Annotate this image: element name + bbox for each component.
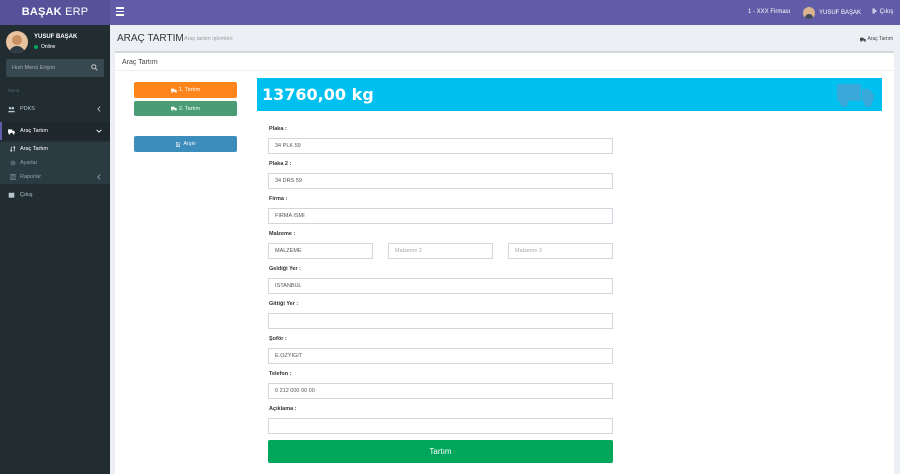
report-icon xyxy=(10,174,16,180)
sidebar-subitem-raporlar[interactable]: Raporlar xyxy=(0,170,110,184)
logout-link[interactable]: Çıkış xyxy=(872,0,893,25)
breadcrumb[interactable]: Araç Tartım xyxy=(859,36,893,42)
gear-icon xyxy=(10,160,16,166)
plate-label: Plaka : xyxy=(269,126,287,132)
phone-label: Telefon : xyxy=(269,371,292,377)
sub-menu: Araç Tartım Ayarlar Raporlar xyxy=(0,142,110,184)
app-logo[interactable]: BAŞAK ERP xyxy=(0,0,110,25)
chevron-down-icon xyxy=(96,129,102,133)
menu-toggle-icon[interactable] xyxy=(116,7,124,16)
page-title: ARAÇ TARTIM xyxy=(117,33,184,44)
user-status: Online xyxy=(34,44,55,50)
user-name: YUSUF BAŞAK xyxy=(819,9,862,16)
second-weigh-button[interactable]: 2. Tartım xyxy=(134,101,237,116)
book-icon xyxy=(8,192,15,198)
truck-icon xyxy=(170,88,177,93)
search-icon[interactable] xyxy=(91,64,98,71)
phone-input[interactable] xyxy=(268,383,613,399)
user-menu[interactable]: YUSUF BAŞAK xyxy=(803,0,861,25)
weight-value: 13760,00 kg xyxy=(262,85,374,104)
sidebar-search xyxy=(6,59,104,77)
sidebar-subitem-arac-tartim[interactable]: Araç Tartım xyxy=(0,142,110,156)
weigh-submit-button[interactable]: Tartım xyxy=(268,440,613,463)
sidebar: YUSUF BAŞAK Online Menü PDKS Araç Tartım… xyxy=(0,25,110,474)
notes-label: Açıklama : xyxy=(269,406,297,412)
user-panel: YUSUF BAŞAK Online xyxy=(6,31,106,59)
archive-button[interactable]: Arşiv xyxy=(134,136,237,152)
material-input[interactable] xyxy=(268,243,373,259)
material-label: Malzeme : xyxy=(269,231,296,237)
file-icon xyxy=(176,141,181,147)
origin-input[interactable] xyxy=(268,278,613,294)
chevron-left-icon xyxy=(97,174,101,180)
destination-label: Gittiği Yer : xyxy=(269,301,299,307)
sort-icon xyxy=(10,146,16,152)
company-name[interactable]: 1 - XXX Firması xyxy=(748,0,790,25)
sign-out-icon xyxy=(872,8,877,14)
sidebar-item-pdks[interactable]: PDKS xyxy=(0,100,110,118)
driver-label: Şoför : xyxy=(269,336,287,342)
sidebar-subitem-ayarlar[interactable]: Ayarlar xyxy=(0,156,110,170)
notes-input[interactable] xyxy=(268,418,613,434)
avatar xyxy=(6,31,28,53)
destination-input[interactable] xyxy=(268,313,613,329)
divider xyxy=(115,70,894,71)
users-icon xyxy=(8,106,15,112)
plate-input[interactable] xyxy=(268,138,613,154)
first-weigh-button[interactable]: 1. Tartım xyxy=(134,82,237,98)
truck-icon xyxy=(8,128,15,134)
material2-input[interactable] xyxy=(388,243,493,259)
sidebar-item-arac-tartim[interactable]: Araç Tartım xyxy=(0,122,110,140)
weight-display: 13760,00 kg xyxy=(257,78,882,111)
sidebar-item-cikis[interactable]: Çıkış xyxy=(0,186,110,204)
search-input[interactable] xyxy=(6,59,86,77)
truck-icon xyxy=(170,106,177,111)
plate2-label: Plaka 2 : xyxy=(269,161,292,167)
company-label: Firma : xyxy=(269,196,288,202)
chevron-left-icon xyxy=(97,106,101,112)
truck-icon xyxy=(859,37,866,42)
origin-label: Geldiği Yer : xyxy=(269,266,301,272)
menu-header: Menü xyxy=(8,88,20,93)
truck-icon xyxy=(837,84,874,107)
online-dot-icon xyxy=(34,45,38,49)
top-navbar: BAŞAK ERP 1 - XXX Firması YUSUF BAŞAK Çı… xyxy=(0,0,900,25)
page-subtitle: Araç tartım işlemleri xyxy=(184,36,233,42)
content-box: Araç Tartım 1. Tartım 2. Tartım Arşiv 13… xyxy=(115,51,894,474)
company-input[interactable] xyxy=(268,208,613,224)
material3-input[interactable] xyxy=(508,243,613,259)
driver-input[interactable] xyxy=(268,348,613,364)
avatar xyxy=(803,6,815,19)
sidebar-user-name: YUSUF BAŞAK xyxy=(34,34,78,40)
plate2-input[interactable] xyxy=(268,173,613,189)
box-title: Araç Tartım xyxy=(122,59,158,66)
